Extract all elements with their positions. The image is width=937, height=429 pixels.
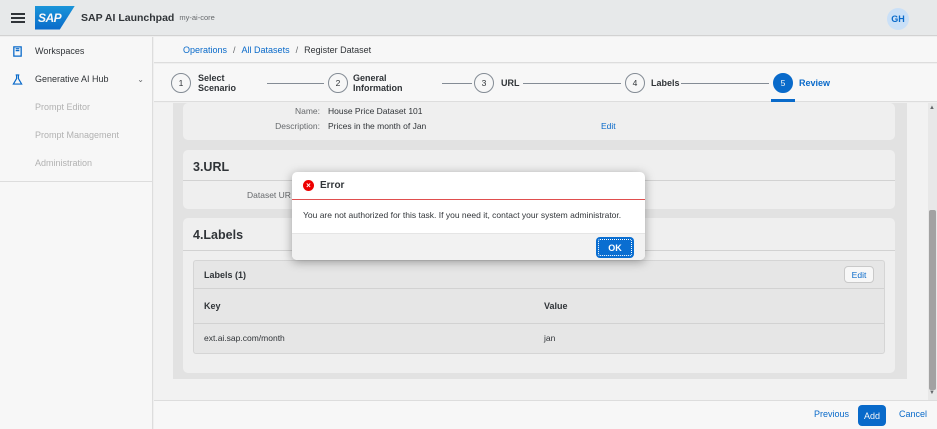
error-icon: × xyxy=(303,180,314,191)
ok-button[interactable]: OK xyxy=(596,237,634,258)
dialog-message: You are not authorized for this task. If… xyxy=(303,210,622,220)
dialog-title: Error xyxy=(320,180,345,191)
dialog-footer: OK xyxy=(292,233,645,260)
error-dialog: × Error You are not authorized for this … xyxy=(292,172,645,260)
dialog-header: × Error xyxy=(292,172,645,200)
